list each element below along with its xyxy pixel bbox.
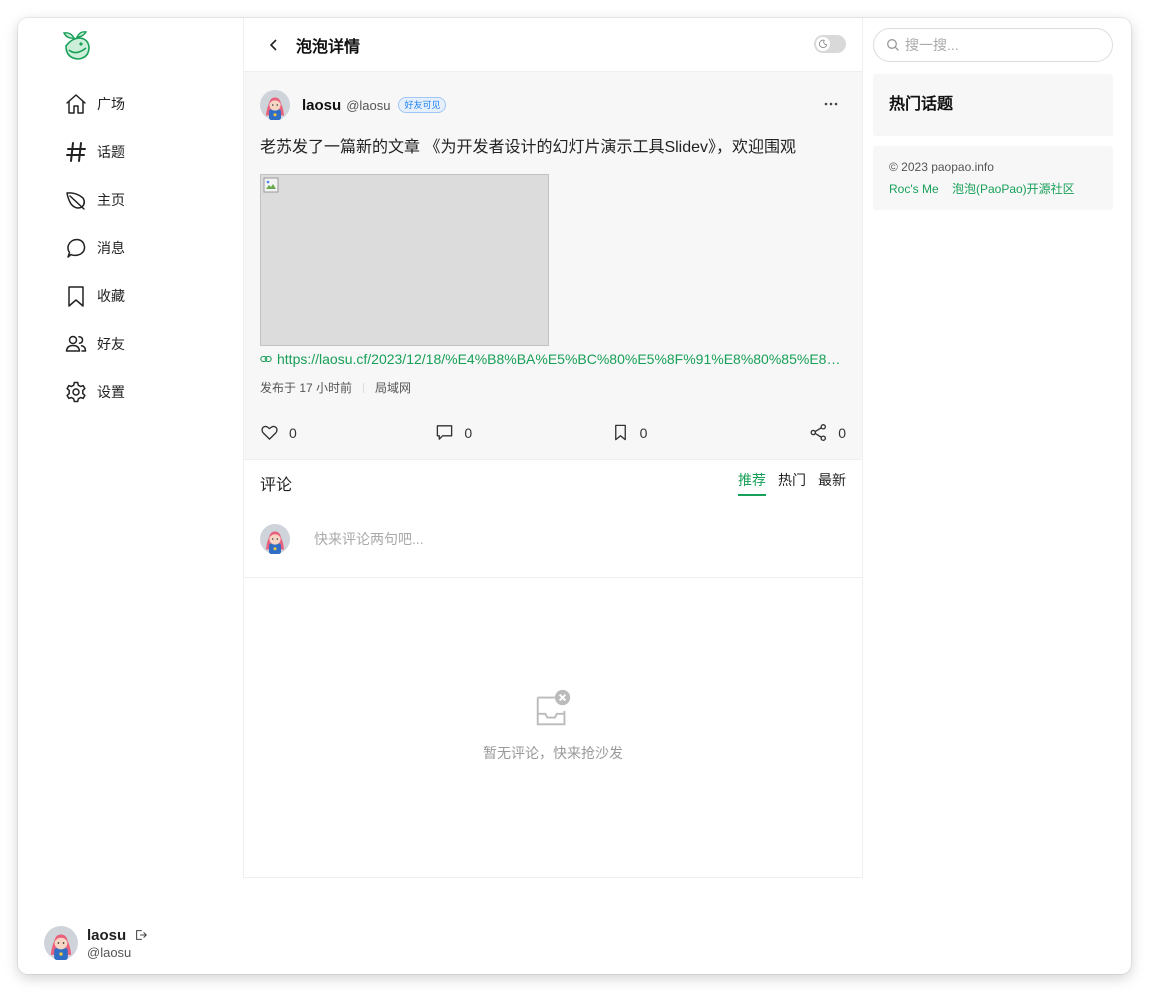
nav-label: 消息 [97,240,125,256]
comment-input[interactable] [314,530,814,547]
nav-label: 设置 [97,384,125,400]
avatar[interactable] [260,90,290,120]
user-name: laosu [87,926,127,944]
comment-icon [437,425,453,440]
search-box[interactable] [873,28,1113,62]
copyright: © 2023 paopao.info [889,160,994,174]
post-header: laosu @laosu 好友可见 [260,90,846,120]
tab-newest[interactable]: 最新 [818,470,846,496]
paopao-logo[interactable] [58,28,94,64]
nav-item-friends[interactable]: 好友 [64,320,125,368]
post-link-text: https://laosu.cf/2023/12/18/%E4%B8%BA%E5… [277,351,846,367]
comments-title: 评论 [260,477,293,494]
nav-label: 主页 [97,192,125,208]
post-meta: 发布于 17 小时前 局域网 [260,379,846,396]
post-actions: 0 0 0 0 [260,423,846,442]
nav-label: 广场 [97,96,125,112]
sidebar: 广场 话题 主页 消息 收藏 好友 设置 laosu @laosu [18,18,243,974]
tab-recommended[interactable]: 推荐 [738,470,766,496]
nav-item-square[interactable]: 广场 [64,80,125,128]
bookmark-icon [64,284,88,308]
footer-link[interactable]: Roc's Me [889,182,939,196]
like-count: 0 [289,424,297,441]
nav-item-topics[interactable]: 话题 [64,128,125,176]
collection-count: 0 [639,424,648,441]
avatar [260,523,290,554]
theme-toggle[interactable] [814,35,846,53]
collect-button[interactable]: 0 [611,423,771,442]
nav-item-settings[interactable]: 设置 [64,368,125,416]
post-location: 局域网 [375,381,412,395]
post-image[interactable] [260,174,549,346]
nav-label: 话题 [97,144,125,160]
nav-label: 收藏 [97,288,125,304]
chat-icon [64,236,88,260]
back-icon[interactable] [266,37,282,53]
hot-topics-title: 热门话题 [889,96,954,113]
logout-icon[interactable] [134,928,148,942]
share-button[interactable]: 0 [786,423,846,442]
like-button[interactable]: 0 [260,423,420,442]
page-header: 泡泡详情 [244,18,862,72]
home-icon [64,92,88,116]
footer-link[interactable]: 泡泡(PaoPao)开源社区 [952,182,1075,196]
nav-item-messages[interactable]: 消息 [64,224,125,272]
share-count: 0 [838,424,846,441]
link-icon [260,355,272,363]
current-user: laosu @laosu [44,926,148,960]
tab-hot[interactable]: 热门 [778,470,806,496]
avatar[interactable] [44,926,78,960]
empty-text: 暂无评论，快来抢沙发 [483,745,623,761]
app-window: 广场 话题 主页 消息 收藏 好友 设置 laosu @laosu 泡泡详情 l… [18,18,1131,974]
hash-icon [64,140,88,164]
comment-composer [244,506,862,578]
settings-icon [64,380,88,404]
heart-icon [261,425,278,440]
post-handle: @laosu [346,97,391,113]
right-panel: 热门话题 © 2023 paopao.info Roc's Me 泡泡(PaoP… [873,28,1113,210]
nav-item-profile[interactable]: 主页 [64,176,125,224]
empty-state: 暂无评论，快来抢沙发 [244,688,862,763]
broken-image-icon [263,177,279,193]
comment-button[interactable]: 0 [435,423,595,442]
search-icon [887,39,899,51]
meta-divider [363,382,365,393]
footer-links: Roc's Me 泡泡(PaoPao)开源社区 [889,180,1097,197]
main-column: 泡泡详情 laosu @laosu 好友可见 老苏发了一篇新的文章 《为开发者设… [243,18,863,878]
bookmark-icon [614,424,626,441]
post-card: laosu @laosu 好友可见 老苏发了一篇新的文章 《为开发者设计的幻灯片… [244,72,862,460]
main-nav: 广场 话题 主页 消息 收藏 好友 设置 [64,80,125,416]
hot-topics-card: 热门话题 [873,74,1113,136]
comment-header: 评论 推荐 热门 最新 [244,460,862,506]
empty-inbox-icon [536,689,571,726]
leaf-icon [64,188,88,212]
comment-sort-tabs: 推荐 热门 最新 [726,470,846,496]
share-icon [810,424,827,441]
footer-card: © 2023 paopao.info Roc's Me 泡泡(PaoPao)开源… [873,146,1113,210]
moon-icon [816,37,830,51]
user-handle: @laosu [87,944,132,960]
visibility-badge: 好友可见 [398,97,447,113]
nav-item-collections[interactable]: 收藏 [64,272,125,320]
nav-label: 好友 [97,336,125,352]
people-icon [64,332,88,356]
comment-count: 0 [464,424,473,441]
post-author[interactable]: laosu [302,97,341,114]
search-input[interactable] [905,37,1095,53]
page-title: 泡泡详情 [296,38,361,56]
post-time: 发布于 17 小时前 [260,381,353,395]
post-link[interactable]: https://laosu.cf/2023/12/18/%E4%B8%BA%E5… [260,351,846,367]
post-text: 老苏发了一篇新的文章 《为开发者设计的幻灯片演示工具Slidev》，欢迎围观 [260,139,797,156]
more-icon[interactable] [822,98,840,110]
